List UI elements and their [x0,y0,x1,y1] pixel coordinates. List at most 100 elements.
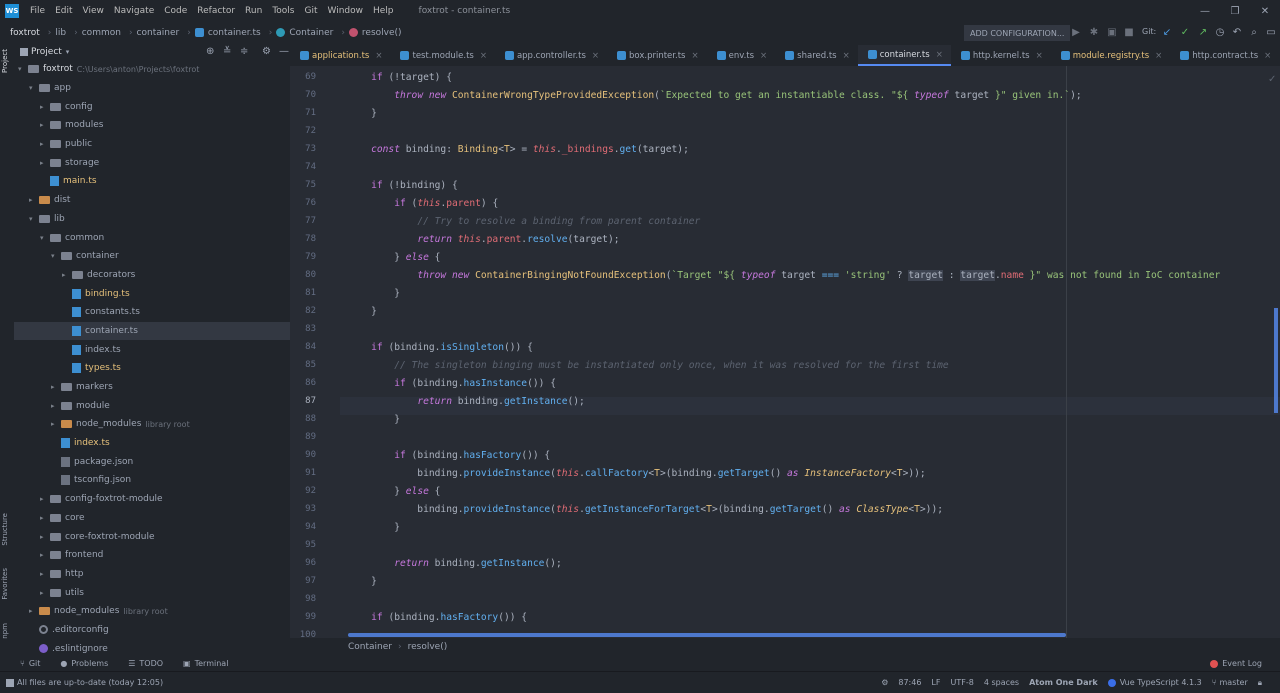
code-line[interactable]: } [348,306,377,317]
tree-item[interactable]: ▸ node_modules library root [14,602,290,621]
horizontal-scrollbar[interactable] [348,633,1066,637]
tree-item[interactable]: ▾ foxtrot C:\Users\anton\Projects\foxtrot [14,60,290,79]
tree-item[interactable]: ▸ config-foxtrot-module [14,490,290,509]
menu-run[interactable]: Run [240,6,267,16]
tree-item[interactable]: constants.ts [14,303,290,322]
close-tab-icon[interactable]: × [1155,51,1162,61]
code-line[interactable]: } [348,288,400,299]
lock-icon[interactable]: 🔒︎ [1258,678,1262,688]
tree-item[interactable]: index.ts [14,434,290,453]
close-tab-icon[interactable]: × [760,51,767,61]
editor-tab[interactable]: shared.ts × [775,45,858,66]
git-update-icon[interactable]: ↙ [1161,26,1173,38]
coverage-icon[interactable]: ▣ [1106,26,1118,38]
code-line[interactable]: if (!target) { [348,72,452,83]
minimize-icon[interactable]: — [1190,0,1220,22]
tree-item[interactable]: container.ts [14,321,290,341]
menu-git[interactable]: Git [299,6,322,16]
editor-tab[interactable]: app.controller.ts × [495,45,607,66]
tree-item[interactable]: index.ts [14,340,290,359]
editor-tab[interactable]: module.registry.ts × [1051,45,1171,66]
expand-all-icon[interactable]: ≚ [223,46,231,57]
git-push-icon[interactable]: ↗ [1197,26,1209,38]
structure-tool-tab[interactable]: Structure [1,513,9,546]
editor-tab[interactable]: container.ts × [857,45,951,66]
close-tab-icon[interactable]: × [1264,51,1271,61]
status-message[interactable]: All files are up-to-date (today 12:05) [17,678,163,687]
expand-arrow-icon[interactable]: ▸ [29,607,39,615]
code-line[interactable]: } else { [348,252,440,263]
expand-arrow-icon[interactable]: ▸ [29,196,39,204]
code-line[interactable]: } [348,414,400,425]
code-line[interactable]: return binding.getInstance(); [348,558,562,569]
tree-item[interactable]: ▸ core-foxtrot-module [14,527,290,546]
cursor-position[interactable]: 87:46 [898,678,921,687]
tree-item[interactable]: ▾ app [14,79,290,98]
git-commit-icon[interactable]: ✓ [1179,26,1191,38]
tree-item[interactable]: ▾ lib [14,210,290,229]
menu-window[interactable]: Window [323,6,369,16]
history-icon[interactable]: ◷ [1214,26,1226,38]
terminal-tool-button[interactable]: ▣ Terminal [183,659,228,668]
expand-arrow-icon[interactable]: ▸ [51,383,61,391]
close-tab-icon[interactable]: × [480,51,487,61]
tree-item[interactable]: ▸ config [14,97,290,116]
close-tab-icon[interactable]: × [1036,51,1043,61]
code-line[interactable]: if (binding.hasFactory()) { [348,450,550,461]
code-line[interactable]: // The singleton binging must be instant… [348,360,949,371]
tree-item[interactable]: ▸ dist [14,191,290,210]
menu-tools[interactable]: Tools [267,6,299,16]
git-branch[interactable]: master [1220,678,1248,687]
menu-file[interactable]: File [25,6,50,16]
code-line[interactable]: binding.provideInstance(this.getInstance… [348,504,943,515]
gear-icon[interactable]: ⚙ [262,46,271,57]
tree-item[interactable]: package.json [14,452,290,471]
code-line[interactable]: if (!binding) { [348,180,458,191]
expand-arrow-icon[interactable]: ▸ [51,420,61,428]
expand-arrow-icon[interactable]: ▸ [40,140,50,148]
menu-view[interactable]: View [78,6,109,16]
expand-arrow-icon[interactable]: ▸ [40,514,50,522]
search-everywhere-icon[interactable]: ⌕ [1248,26,1260,38]
code-line[interactable]: } else { [348,486,440,497]
restore-icon[interactable]: ❐ [1220,0,1250,22]
expand-arrow-icon[interactable]: ▾ [29,215,39,223]
language-service[interactable]: Vue TypeScript 4.1.3 [1120,678,1202,687]
collapse-all-icon[interactable]: ≑ [240,46,248,57]
crumb-class[interactable]: Container [289,28,333,38]
code-line[interactable]: const binding: Binding<T> = this._bindin… [348,144,689,155]
code-content[interactable]: if (!target) { throw new ContainerWrongT… [348,66,1280,638]
rollback-icon[interactable]: ↶ [1231,26,1243,38]
code-editor[interactable]: 69 70 71 72 73 74 75 76 77 78 79 80 81 82 83 84 85 86 87 88… [290,66,1280,638]
expand-arrow-icon[interactable]: ▸ [40,159,50,167]
code-line[interactable]: // Try to resolve a binding from parent … [348,216,700,227]
ide-settings-icon[interactable]: ▭ [1265,26,1277,38]
expand-arrow-icon[interactable]: ▾ [51,252,61,260]
tree-item[interactable]: ▸ node_modules library root [14,415,290,434]
editor-crumb-class[interactable]: Container [348,642,392,652]
code-line[interactable]: binding.provideInstance(this.callFactory… [348,468,925,479]
tree-item[interactable]: ▸ utils [14,583,290,602]
tree-item[interactable]: ▸ decorators [14,266,290,285]
expand-arrow-icon[interactable]: ▸ [40,533,50,541]
project-tool-tab[interactable]: Project [1,49,9,73]
npm-tool-tab[interactable]: npm [1,623,9,639]
crumb-method[interactable]: resolve() [362,28,402,38]
line-separator[interactable]: LF [931,678,940,687]
code-line[interactable]: } [348,576,377,587]
editor-tab[interactable]: http.kernel.ts × [951,45,1051,66]
tree-item[interactable]: ▸ frontend [14,546,290,565]
tree-item[interactable]: ▸ public [14,135,290,154]
tree-item[interactable]: ▸ core [14,509,290,528]
close-tab-icon[interactable]: × [691,51,698,61]
expand-arrow-icon[interactable]: ▸ [62,271,72,279]
crumb-common[interactable]: common [82,28,121,38]
tree-item[interactable]: ▸ modules [14,116,290,135]
expand-arrow-icon[interactable]: ▸ [40,103,50,111]
expand-arrow-icon[interactable]: ▸ [40,570,50,578]
expand-arrow-icon[interactable]: ▾ [18,65,28,73]
close-tab-icon[interactable]: × [843,51,850,61]
expand-arrow-icon[interactable]: ▾ [29,84,39,92]
expand-arrow-icon[interactable]: ▸ [40,495,50,503]
expand-arrow-icon[interactable]: ▾ [40,234,50,242]
